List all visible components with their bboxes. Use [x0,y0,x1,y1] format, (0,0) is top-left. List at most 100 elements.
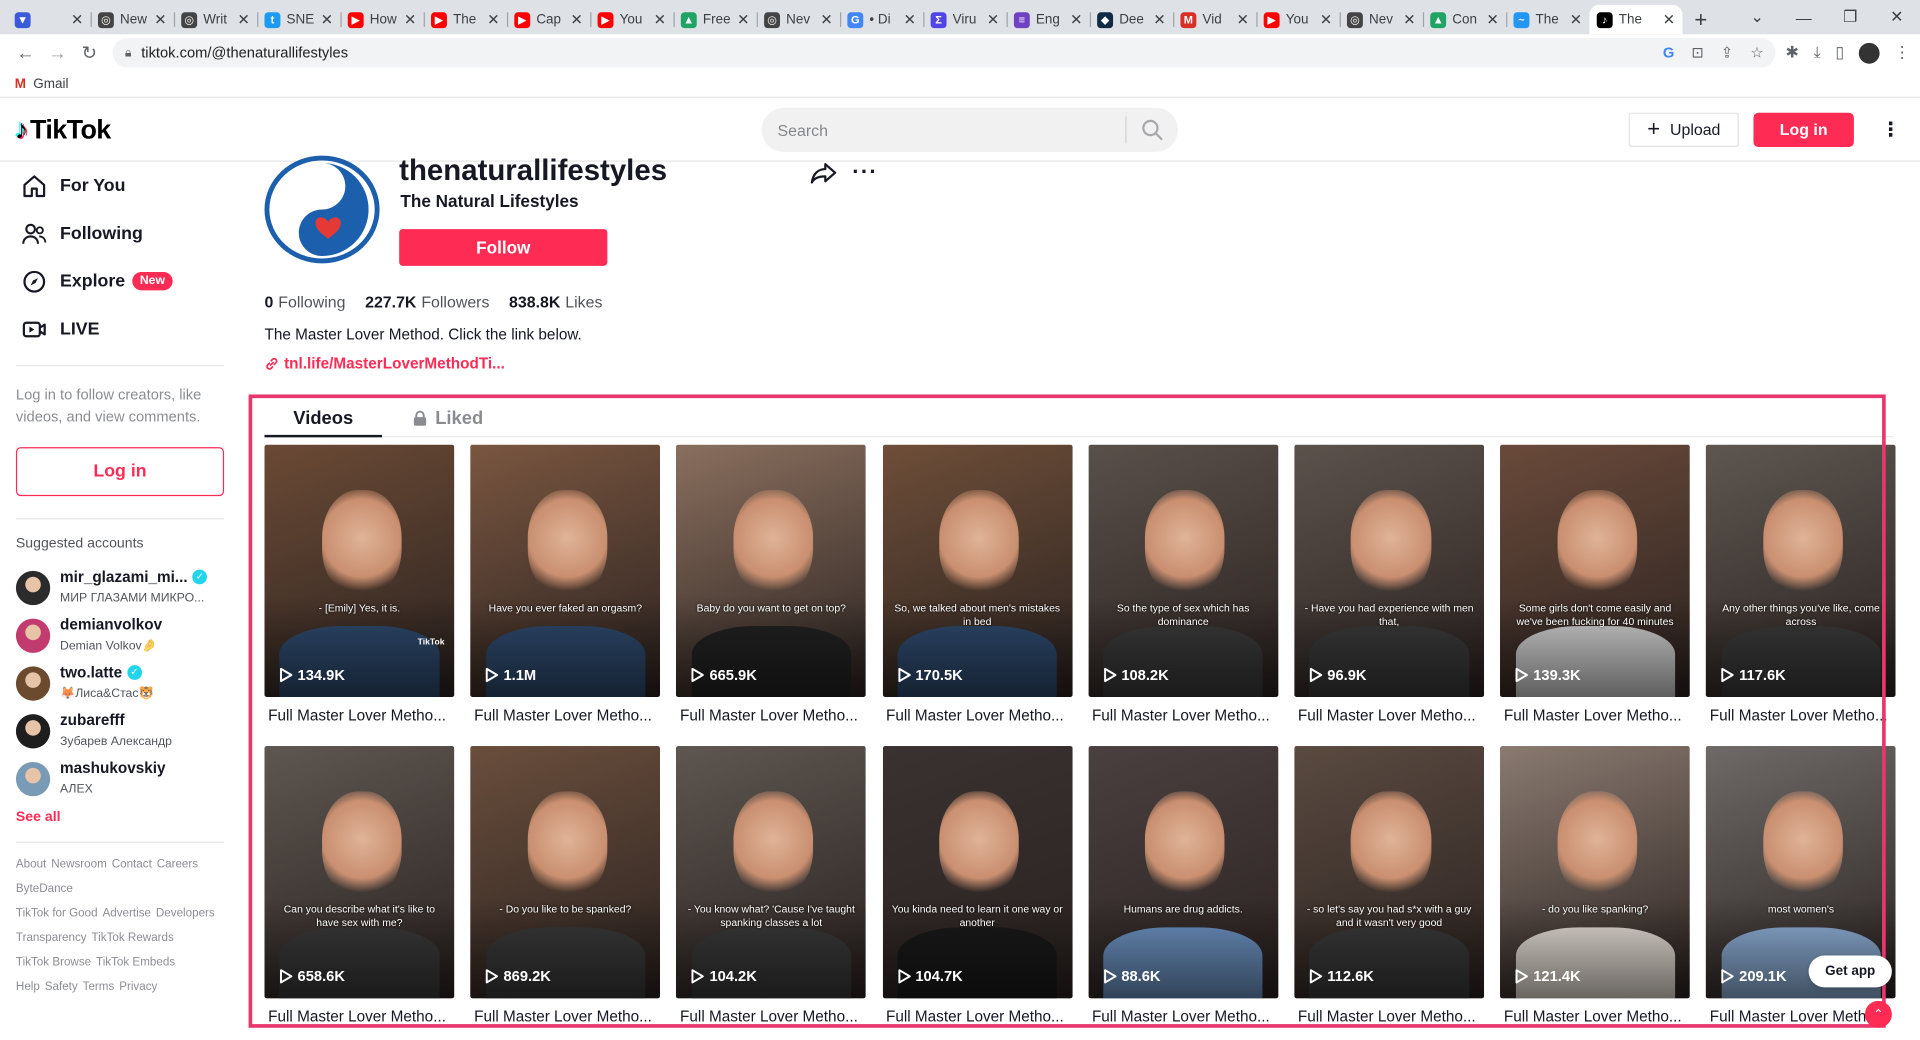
maximize-button[interactable]: ❐ [1827,0,1874,34]
footer-link[interactable]: ByteDance [16,882,73,895]
upload-button[interactable]: + Upload [1628,112,1739,147]
close-tab-icon[interactable]: ✕ [1237,11,1249,28]
video-thumbnail[interactable]: Some girls don't come easily and we've b… [1500,444,1690,698]
video-title[interactable]: Full Master Lover Metho... [264,998,454,1035]
video-title[interactable]: Full Master Lover Metho... [1088,697,1278,734]
video-title[interactable]: Full Master Lover Metho... [882,697,1072,734]
browser-tab[interactable]: ◎ Nev ✕ [756,5,840,34]
video-thumbnail[interactable]: Any other things you've like, come acros… [1706,444,1896,698]
footer-link[interactable]: Careers [157,858,198,871]
video-card[interactable]: - [Emily] Yes, it is. TikTok 134.9K Full Ma… [264,444,455,734]
browser-tab[interactable]: ◎ Nev ✕ [1339,5,1423,34]
browser-tab[interactable]: ▶ You ✕ [590,5,673,34]
video-card[interactable]: Humans are drug addicts. 88.6K Full Master… [1088,746,1279,1035]
browser-tab[interactable]: ▲ Free ✕ [673,5,756,34]
video-thumbnail[interactable]: - [Emily] Yes, it is. TikTok 134.9K [264,444,455,698]
video-thumbnail[interactable]: You kinda need to learn it one way or an… [882,746,1073,999]
video-card[interactable]: Baby do you want to get on top? 665.9K Ful… [676,444,867,734]
google-lens-icon[interactable]: G [1663,44,1674,61]
close-tab-icon[interactable]: ✕ [654,11,666,28]
browser-tab[interactable]: ▶ How ✕ [340,5,423,34]
video-title[interactable]: Full Master Lover Metho... [1706,697,1896,734]
video-thumbnail[interactable]: - so let's say you had s*x with a guy an… [1294,746,1485,999]
video-thumbnail[interactable]: Humans are drug addicts. 88.6K [1088,746,1279,999]
footer-link[interactable]: About [16,858,46,871]
video-title[interactable]: Full Master Lover Metho... [676,998,866,1035]
bookmark-gmail[interactable]: Gmail [33,77,68,92]
close-tab-icon[interactable]: ✕ [1070,11,1082,28]
tab-videos[interactable]: Videos [264,402,382,434]
close-tab-icon[interactable]: ✕ [1486,11,1498,28]
close-window-button[interactable]: ✕ [1873,0,1920,34]
footer-link[interactable]: Help [16,980,40,993]
profile-avatar[interactable] [1858,42,1880,64]
browser-tab[interactable]: ▼ ✕ [7,5,90,34]
close-tab-icon[interactable]: ✕ [987,11,999,28]
close-tab-icon[interactable]: ✕ [571,11,583,28]
footer-link[interactable]: Advertise [102,907,151,920]
video-title[interactable]: Full Master Lover Metho... [1088,998,1278,1035]
nav-following[interactable]: Following [16,209,245,257]
video-thumbnail[interactable]: So the type of sex which has dominance 10… [1088,444,1279,698]
footer-link[interactable]: Developers [156,907,215,920]
share-profile-icon[interactable] [810,162,838,190]
video-card[interactable]: - Do you like to be spanked? 869.2K Full M… [470,746,661,1035]
tab-search-icon[interactable]: ⌄ [1734,0,1781,34]
downloads-icon[interactable]: ⤓ [1814,43,1821,63]
video-title[interactable]: Full Master Lover Metho... [1294,697,1484,734]
address-bar[interactable]: 🔒︎ tiktok.com/@thenaturallifestyles G ⊡ … [112,37,1776,68]
video-thumbnail[interactable]: - You know what? 'Cause I've taught span… [676,746,867,999]
footer-link[interactable]: TikTok Rewards [92,931,174,944]
footer-link[interactable]: Privacy [119,980,157,993]
more-icon[interactable]: ··· [852,159,878,185]
close-tab-icon[interactable]: ✕ [737,11,749,28]
browser-tab[interactable]: ♪ The ✕ [1589,4,1683,35]
see-all-link[interactable]: See all [16,810,245,825]
close-tab-icon[interactable]: ✕ [1320,11,1332,28]
video-title[interactable]: Full Master Lover Metho... [1294,998,1484,1035]
sidebar-login-button[interactable]: Log in [15,447,225,497]
browser-tab[interactable]: t SNE ✕ [257,5,340,34]
new-tab-button[interactable]: + [1682,5,1719,34]
video-card[interactable]: Can you describe what it's like to have … [264,746,455,1035]
footer-link[interactable]: Contact [112,858,152,871]
browser-tab[interactable]: ◎ Writ ✕ [173,5,257,34]
suggested-account[interactable]: mir_glazami_mi... ✓ МИР ГЛАЗАМИ МИКРО... [15,564,245,612]
tiktok-logo[interactable]: ♪ TikTok [15,113,112,145]
browser-tab[interactable]: ▶ Cap ✕ [506,5,590,34]
close-tab-icon[interactable]: ✕ [1153,11,1165,28]
back-button[interactable]: ← [10,42,42,63]
video-card[interactable]: Some girls don't come easily and we've b… [1500,444,1690,734]
video-thumbnail[interactable]: Can you describe what it's like to have … [264,746,455,999]
chrome-menu-icon[interactable]: ⋮ [1894,43,1910,63]
browser-tab[interactable]: ◎ New ✕ [90,5,174,34]
video-card[interactable]: Have you ever faked an orgasm? 1.1M Full M… [470,444,661,734]
close-tab-icon[interactable]: ✕ [154,11,166,28]
video-thumbnail[interactable]: - Have you had experience with men that,… [1294,444,1485,698]
close-tab-icon[interactable]: ✕ [487,11,499,28]
footer-link[interactable]: Safety [45,980,78,993]
video-thumbnail[interactable]: - Do you like to be spanked? 869.2K [470,746,661,999]
close-tab-icon[interactable]: ✕ [404,11,416,28]
video-title[interactable]: Full Master Lover Metho... [676,697,866,734]
install-icon[interactable]: ⊡ [1691,44,1703,61]
close-tab-icon[interactable]: ✕ [237,11,249,28]
browser-tab[interactable]: G • Di ✕ [840,5,923,34]
profile-link[interactable]: tnl.life/MasterLoverMethodTi... [264,355,505,372]
video-card[interactable]: You kinda need to learn it one way or an… [882,746,1073,1035]
close-tab-icon[interactable]: ✕ [820,11,832,28]
search-input[interactable] [761,120,1126,140]
minimize-button[interactable]: — [1780,0,1827,34]
video-thumbnail[interactable]: So, we talked about men's mistakes in be… [882,444,1073,698]
video-title[interactable]: Full Master Lover Metho... [470,998,660,1035]
tab-liked[interactable]: Liked [411,402,484,434]
header-login-button[interactable]: Log in [1753,112,1854,147]
search-icon[interactable] [1127,119,1178,141]
browser-tab[interactable]: Σ Viru ✕ [923,5,1006,34]
video-card[interactable]: most women's 209.1K Full Master Lover Meth… [1706,746,1896,1035]
video-thumbnail[interactable]: - do you like spanking? 121.4K [1500,746,1690,999]
reload-button[interactable]: ↻ [73,42,105,64]
footer-link[interactable]: Newsroom [51,858,107,871]
get-app-button[interactable]: Get app [1808,955,1892,988]
browser-tab[interactable]: ~ The ✕ [1506,5,1589,34]
